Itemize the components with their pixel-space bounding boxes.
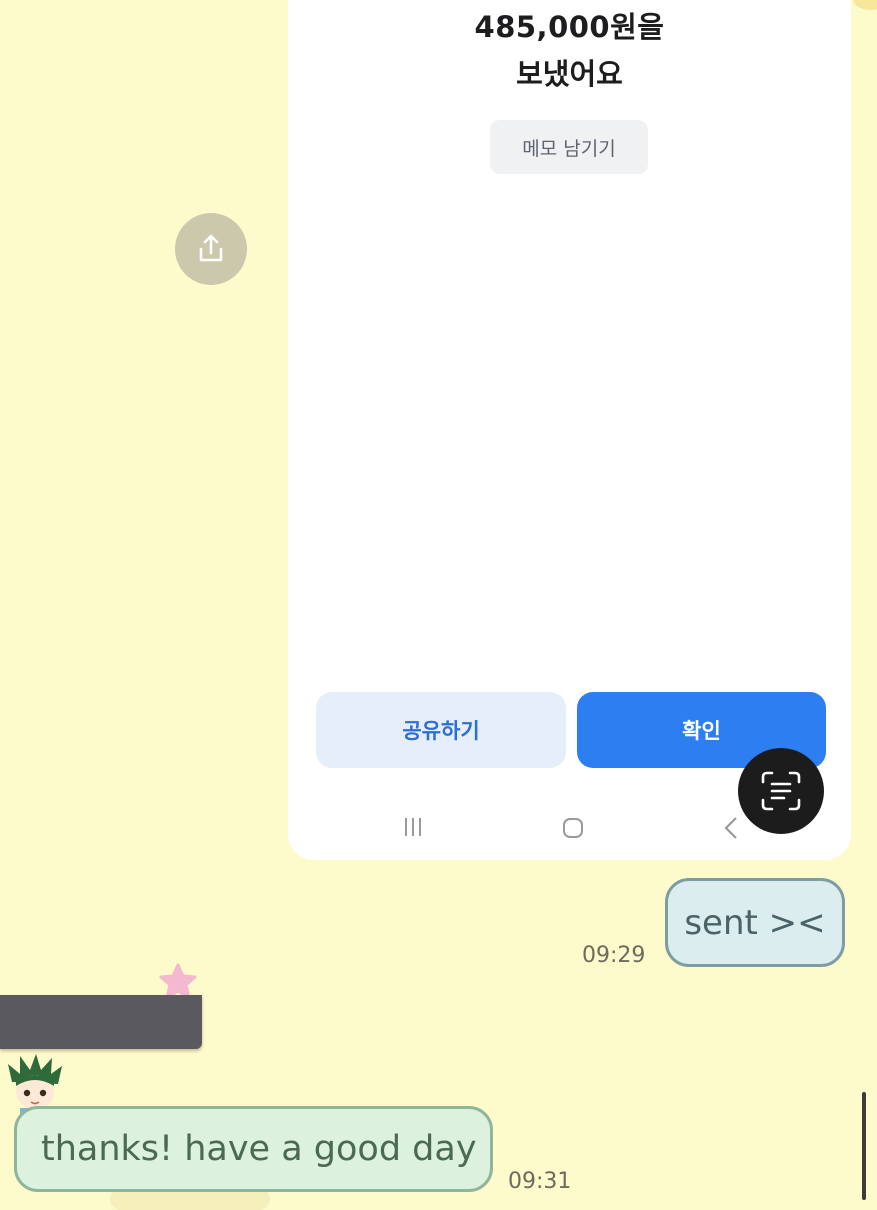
redacted-name-bar — [0, 995, 202, 1049]
transfer-amount: 485,000원을 — [474, 10, 665, 44]
share-icon-button[interactable] — [175, 213, 247, 285]
message-text: thanks! have a good day — [41, 1129, 477, 1169]
home-icon — [563, 818, 583, 838]
share-icon — [199, 234, 223, 262]
message-timestamp: 09:31 — [508, 1169, 572, 1194]
text-scan-button[interactable] — [738, 748, 824, 834]
message-text: sent >< — [684, 902, 826, 943]
transfer-status: 보냈어요 — [516, 57, 623, 91]
scrollbar[interactable] — [862, 1092, 866, 1200]
message-timestamp: 09:29 — [582, 943, 646, 968]
incoming-message-bubble[interactable]: thanks! have a good day — [14, 1106, 493, 1192]
recents-icon — [405, 818, 421, 836]
share-button: 공유하기 — [316, 692, 566, 768]
text-scan-icon — [761, 771, 801, 811]
memo-button: 메모 남기기 — [490, 120, 648, 174]
outgoing-message-bubble[interactable]: sent >< — [665, 878, 845, 967]
back-icon — [724, 817, 737, 839]
avatar[interactable] — [6, 1052, 64, 1114]
transfer-screenshot-image[interactable]: 485,000원을 보냈어요 메모 남기기 공유하기 확인 — [288, 0, 851, 860]
decoration — [853, 0, 877, 10]
